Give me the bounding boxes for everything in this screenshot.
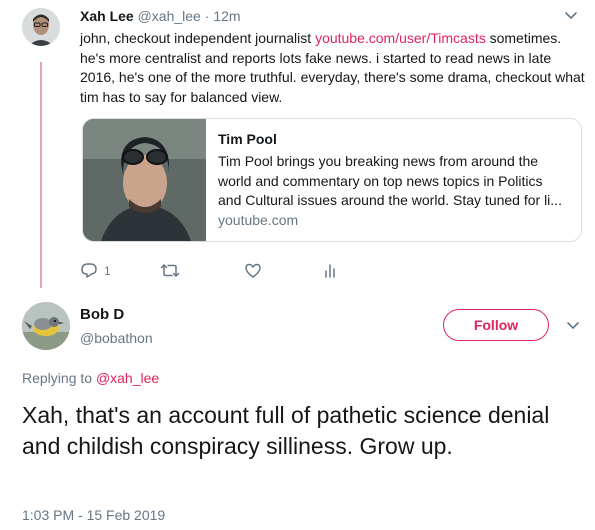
like-button[interactable] [244, 262, 268, 282]
card-domain: youtube.com [218, 212, 299, 228]
tweet-timestamp[interactable]: 1:03 PM - 15 Feb 2019 [22, 507, 165, 523]
retweet-button[interactable] [160, 262, 184, 282]
author-handle[interactable]: @bobathon [80, 330, 153, 346]
tweet-text: john, checkout independent journalist yo… [80, 29, 585, 107]
replying-prefix: Replying to [22, 370, 96, 386]
tweet-text-part: john, checkout independent journalist [80, 30, 316, 46]
chevron-down-icon[interactable] [564, 10, 578, 22]
parent-tweet: Xah Lee @xah_lee · 12m john, checkout in… [0, 0, 595, 290]
avatar[interactable] [22, 302, 70, 350]
card-description: Tim Pool brings you breaking news from a… [218, 153, 562, 208]
follow-button[interactable]: Follow [443, 309, 549, 341]
card-title: Tim Pool [218, 131, 277, 147]
avatar[interactable] [22, 8, 60, 46]
like-icon [245, 264, 261, 279]
author-name[interactable]: Xah Lee [80, 8, 134, 24]
author-handle[interactable]: @xah_lee [138, 8, 201, 24]
tweet-time[interactable]: 12m [213, 8, 240, 24]
separator-dot: · [204, 8, 210, 24]
analytics-icon [325, 264, 335, 279]
card-thumbnail [83, 119, 206, 241]
replying-to: Replying to @xah_lee [22, 370, 159, 386]
retweet-icon [160, 264, 180, 278]
reply-button[interactable]: 1 [80, 262, 120, 282]
tweet-link[interactable]: youtube.com/user/Timcasts [315, 30, 486, 46]
replying-to-link[interactable]: @xah_lee [96, 370, 159, 386]
link-preview-card[interactable]: Tim Pool Tim Pool brings you breaking ne… [82, 118, 582, 242]
analytics-button[interactable] [324, 262, 344, 282]
chevron-down-icon[interactable] [566, 320, 580, 332]
tweet-text: Xah, that's an account full of pathetic … [22, 402, 550, 459]
reply-count: 1 [104, 263, 111, 278]
reply-icon [81, 263, 97, 279]
author-name[interactable]: Bob D [80, 306, 124, 323]
tweet-header: Xah Lee @xah_lee · 12m [80, 8, 241, 24]
